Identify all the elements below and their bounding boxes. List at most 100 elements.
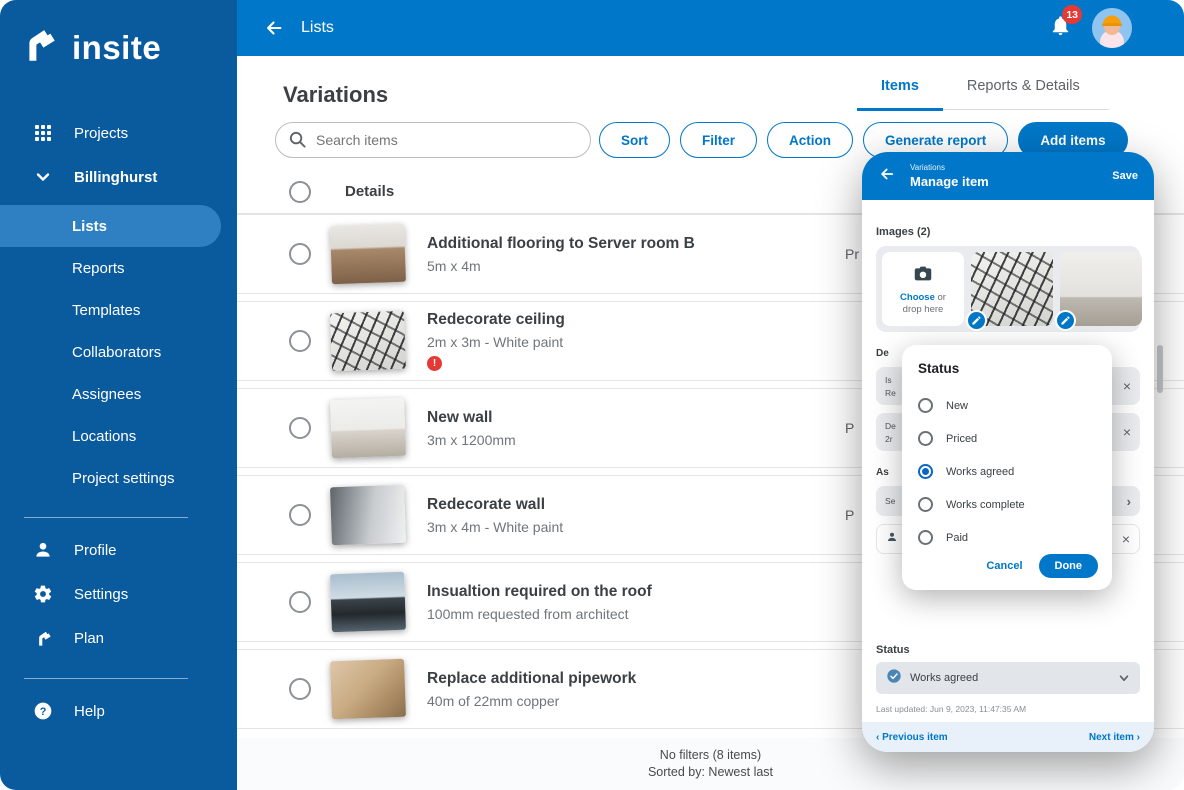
sidebar-subitem[interactable]: Templates [0, 289, 237, 331]
sidebar-item-help[interactable]: ? Help [0, 689, 237, 733]
row-checkbox[interactable] [289, 504, 311, 526]
page-title: Variations [283, 82, 388, 108]
clear-field-icon[interactable]: × [1123, 425, 1131, 439]
sidebar-item-label: Billinghurst [74, 169, 157, 186]
search-box [275, 122, 591, 158]
topbar-title: Lists [301, 19, 334, 37]
next-item-button[interactable]: Next item [1089, 732, 1140, 743]
chevron-right-icon[interactable]: › [1127, 494, 1131, 509]
cancel-button[interactable]: Cancel [986, 560, 1022, 572]
tab[interactable]: Reports & Details [943, 64, 1104, 111]
back-arrow-icon[interactable] [878, 165, 896, 188]
status-option-label: New [946, 400, 968, 412]
panel-title: Manage item [910, 174, 989, 189]
upload-tile[interactable]: Choose or drop here [882, 252, 964, 326]
sidebar-subitem-label: Lists [72, 218, 107, 235]
field-line: Se [885, 496, 895, 506]
search-input[interactable] [275, 122, 591, 158]
row-checkbox[interactable] [289, 678, 311, 700]
check-circle-icon [886, 668, 902, 689]
field-text: De 2r [885, 421, 896, 444]
item-text: Additional flooring to Server room B 5m … [427, 235, 695, 274]
status-request-icon [427, 356, 442, 371]
panel-breadcrumb: Variations [910, 163, 989, 172]
sidebar-item-settings[interactable]: Settings [0, 572, 237, 616]
item-text: Replace additional pipework 40m of 22mm … [427, 670, 636, 709]
logo: insite [0, 0, 237, 71]
radio-icon[interactable] [918, 530, 933, 545]
panel-header: Variations Manage item Save [862, 152, 1154, 200]
topbar-right: 13 [1049, 8, 1184, 48]
status-option[interactable]: Works complete [918, 488, 1096, 521]
select-all-checkbox[interactable] [289, 181, 311, 203]
row-checkbox[interactable] [289, 417, 311, 439]
sidebar-subitem-label: Project settings [72, 470, 175, 487]
sidebar-item-projects[interactable]: Projects [0, 111, 237, 155]
sidebar-subitem[interactable]: Assignees [0, 373, 237, 415]
action-button[interactable]: Filter [680, 122, 757, 158]
field-line: Re [885, 388, 896, 398]
status-option-label: Works agreed [946, 466, 1014, 478]
image-tile[interactable] [1060, 252, 1142, 326]
upload-label: Choose or drop here [890, 292, 956, 316]
sidebar-subitem[interactable]: Collaborators [0, 331, 237, 373]
tabs: Items Reports & Details [857, 64, 1109, 110]
avatar[interactable] [1092, 8, 1132, 48]
remove-assignee-icon[interactable]: × [1122, 532, 1130, 546]
status-option[interactable]: Works agreed [918, 455, 1096, 488]
sidebar-divider [24, 678, 188, 679]
sidebar-subitem[interactable]: Locations [0, 415, 237, 457]
field-text: Se [885, 496, 895, 506]
sidebar-item-profile[interactable]: Profile [0, 528, 237, 572]
save-button[interactable]: Save [1112, 170, 1138, 182]
radio-icon[interactable] [918, 464, 933, 479]
edit-image-button[interactable] [1055, 310, 1076, 331]
row-checkbox[interactable] [289, 591, 311, 613]
previous-item-button[interactable]: Previous item [876, 732, 948, 743]
sidebar-subitem[interactable]: Reports [0, 247, 237, 289]
item-title: Replace additional pipework [427, 670, 636, 688]
item-subtitle: 40m of 22mm copper [427, 693, 636, 709]
item-subtitle: 3m x 1200mm [427, 432, 516, 448]
item-title: Insualtion required on the roof [427, 583, 652, 601]
sidebar-item-project[interactable]: Billinghurst [0, 155, 237, 199]
radio-icon[interactable] [918, 431, 933, 446]
done-button[interactable]: Done [1039, 554, 1099, 578]
sidebar-subitem[interactable]: Lists [0, 205, 221, 247]
field-line: Is [885, 375, 896, 385]
clear-field-icon[interactable]: × [1123, 379, 1131, 393]
scrollbar-thumb[interactable] [1157, 345, 1163, 393]
topbar: Lists 13 [237, 0, 1184, 56]
status-option[interactable]: Paid [918, 521, 1096, 554]
status-option-label: Priced [946, 433, 977, 445]
sidebar-item-plan[interactable]: Plan [0, 616, 237, 660]
images-box: Choose or drop here [876, 246, 1140, 332]
tab-label: Items [881, 78, 919, 94]
action-button[interactable]: Action [767, 122, 853, 158]
status-option[interactable]: New [918, 389, 1096, 422]
row-checkbox[interactable] [289, 330, 311, 352]
sidebar-item-label: Plan [74, 630, 104, 647]
sidebar-subitem-label: Assignees [72, 386, 141, 403]
image-tile[interactable] [971, 252, 1053, 326]
radio-icon[interactable] [918, 497, 933, 512]
notifications-button[interactable]: 13 [1049, 14, 1072, 42]
status-dropdown[interactable]: Works agreed [876, 662, 1140, 694]
item-text: Redecorate wall 3m x 4m - White paint [427, 496, 563, 535]
edit-image-button[interactable] [966, 310, 987, 331]
sort-summary: Sorted by: Newest last [237, 764, 1184, 781]
status-option[interactable]: Priced [918, 422, 1096, 455]
item-title: Redecorate wall [427, 496, 563, 514]
field-text: Is Re [885, 375, 896, 398]
tab[interactable]: Items [857, 64, 943, 111]
item-thumbnail [330, 572, 406, 633]
action-button[interactable]: Sort [599, 122, 670, 158]
sidebar-subitem-label: Collaborators [72, 344, 161, 361]
row-checkbox[interactable] [289, 243, 311, 265]
back-arrow-icon[interactable] [263, 17, 285, 39]
radio-icon[interactable] [918, 398, 933, 413]
status-label: Status [876, 644, 1140, 656]
list-header-label: Details [345, 183, 394, 200]
sidebar-subitem[interactable]: Project settings [0, 457, 237, 499]
sidebar: insite Projects Billinghurst Lists [0, 0, 237, 790]
